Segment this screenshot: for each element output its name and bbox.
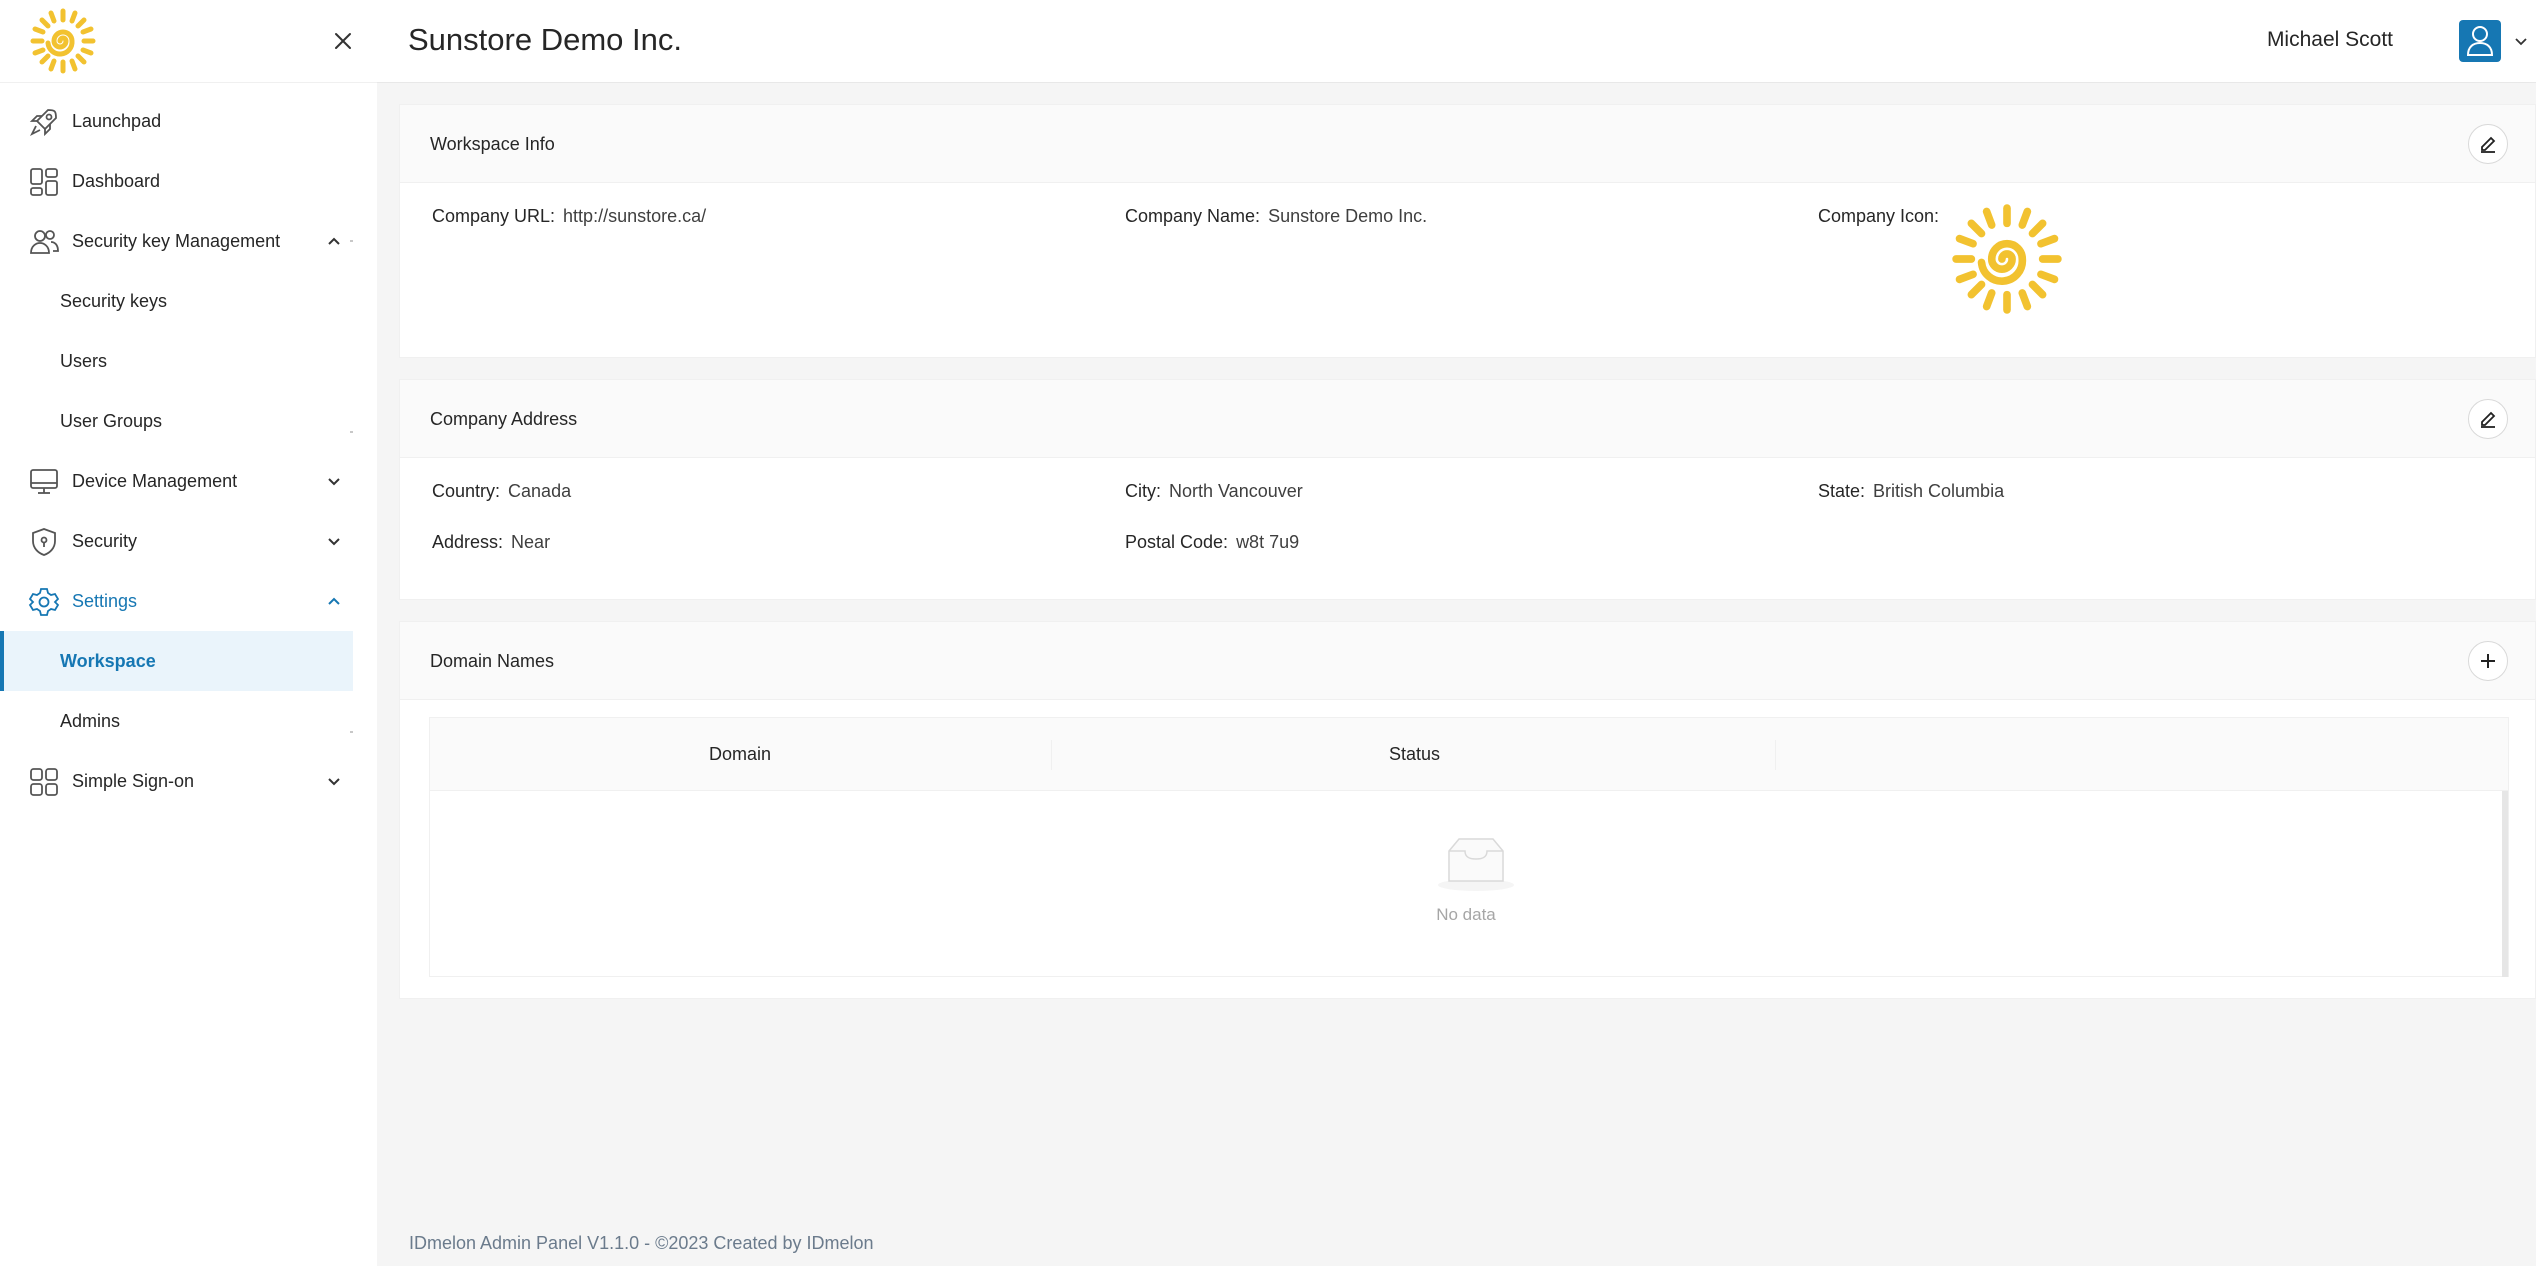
- sidebar-item-label: Security keys: [60, 290, 168, 311]
- field-label: State:: [1818, 481, 1866, 501]
- field-label: Country:: [432, 481, 501, 501]
- add-domain-button[interactable]: [2468, 641, 2508, 681]
- field-label: Company Name:: [1125, 206, 1261, 226]
- sidebar-item-label: Security key Management: [72, 230, 281, 251]
- empty-inbox-icon: [1438, 838, 1514, 891]
- page-title: Sunstore Demo Inc.: [408, 22, 682, 57]
- users-icon: [30, 230, 59, 254]
- address-field: Address: Near: [432, 532, 550, 553]
- column-divider: [1775, 740, 1776, 770]
- company-name-value: Sunstore Demo Inc.: [1268, 206, 1428, 226]
- user-icon: [2466, 26, 2494, 56]
- scroll-marker: [350, 431, 353, 433]
- plus-icon: [2481, 654, 2495, 668]
- sidebar-item-label: Settings: [72, 590, 138, 611]
- sidebar-item-label: User Groups: [60, 410, 163, 431]
- scroll-marker: [350, 731, 353, 733]
- sidebar-item-security-keys[interactable]: Security keys: [0, 271, 377, 331]
- company-sun-logo-icon: [1952, 204, 2062, 314]
- field-label: Address:: [432, 532, 504, 552]
- country-field: Country: Canada: [432, 481, 571, 502]
- company-url-field: Company URL: http://sunstore.ca/: [432, 206, 706, 227]
- sidebar-item-security[interactable]: Security: [0, 511, 377, 571]
- gear-icon: [28, 588, 60, 616]
- city-field: City: North Vancouver: [1125, 481, 1303, 502]
- close-sidebar-icon[interactable]: [330, 28, 356, 54]
- user-name[interactable]: Michael Scott: [2267, 28, 2393, 52]
- address-value: Near: [511, 532, 551, 552]
- sidebar: Launchpad Dashboard Security key Managem…: [0, 0, 377, 1266]
- apps-icon: [30, 768, 58, 796]
- topbar: Sunstore Demo Inc. Michael Scott: [377, 0, 2536, 83]
- field-label: Company URL:: [432, 206, 556, 226]
- sidebar-item-label: Simple Sign-on: [72, 770, 195, 791]
- company-name-field: Company Name: Sunstore Demo Inc.: [1125, 206, 1427, 227]
- sidebar-item-label: Workspace: [60, 650, 156, 671]
- edit-icon: [2481, 136, 2496, 153]
- company-address-card: Company Address Country: Canada City: Nort…: [399, 379, 2536, 600]
- chevron-down-icon[interactable]: [2513, 33, 2529, 49]
- column-header-status[interactable]: Status: [1389, 744, 1440, 765]
- table-header: Domain Status: [430, 718, 2508, 791]
- chevron-up-icon: [328, 237, 340, 245]
- sidebar-item-user-groups[interactable]: User Groups: [0, 391, 377, 451]
- company-icon-field: Company Icon:: [1818, 206, 1939, 227]
- column-divider: [1051, 740, 1052, 770]
- sidebar-menu: Launchpad Dashboard Security key Managem…: [0, 83, 377, 811]
- sidebar-item-label: Admins: [60, 710, 121, 731]
- sun-logo-icon: [30, 8, 96, 74]
- chevron-down-icon: [328, 538, 340, 546]
- sidebar-item-label: Dashboard: [72, 170, 161, 191]
- sidebar-item-users[interactable]: Users: [0, 331, 377, 391]
- edit-icon: [2481, 411, 2496, 428]
- sidebar-item-security-key-management[interactable]: Security key Management: [0, 211, 377, 271]
- edit-workspace-button[interactable]: [2468, 124, 2508, 164]
- state-value: British Columbia: [1873, 481, 2005, 501]
- sidebar-item-settings[interactable]: Settings: [0, 571, 377, 631]
- monitor-icon: [30, 469, 58, 494]
- workspace-info-card: Workspace Info Company URL: http://sunsto…: [399, 104, 2536, 358]
- rocket-icon: [29, 109, 57, 137]
- field-label: City:: [1125, 481, 1161, 501]
- card-title: Domain Names: [430, 651, 555, 671]
- edit-address-button[interactable]: [2468, 399, 2508, 439]
- card-title: Workspace Info: [430, 134, 555, 154]
- avatar[interactable]: [2459, 20, 2501, 62]
- field-label: Postal Code:: [1125, 532, 1229, 552]
- sidebar-header: [0, 0, 377, 83]
- state-field: State: British Columbia: [1818, 481, 2004, 502]
- sidebar-item-label: Device Management: [72, 470, 238, 491]
- country-value: Canada: [508, 481, 572, 501]
- empty-state-text: No data: [1436, 905, 1496, 924]
- chevron-up-icon: [328, 597, 340, 605]
- sidebar-item-label: Launchpad: [72, 110, 162, 131]
- scroll-marker: [350, 240, 353, 242]
- postal-code-field: Postal Code: w8t 7u9: [1125, 532, 1299, 553]
- sidebar-item-device-management[interactable]: Device Management: [0, 451, 377, 511]
- sidebar-item-workspace[interactable]: Workspace: [0, 631, 353, 691]
- card-title: Company Address: [430, 409, 578, 429]
- city-value: North Vancouver: [1169, 481, 1303, 501]
- postal-code-value: w8t 7u9: [1236, 532, 1300, 552]
- sidebar-item-launchpad[interactable]: Launchpad: [0, 91, 377, 151]
- sidebar-item-dashboard[interactable]: Dashboard: [0, 151, 377, 211]
- card-header: Workspace Info: [400, 105, 2535, 183]
- sidebar-item-label: Users: [60, 350, 108, 371]
- sidebar-item-admins[interactable]: Admins: [0, 691, 377, 751]
- sidebar-item-label: Security: [72, 530, 138, 551]
- sidebar-item-simple-sign-on[interactable]: Simple Sign-on: [0, 751, 377, 811]
- card-header: Domain Names: [400, 622, 2535, 700]
- domain-table: Domain Status No data: [429, 717, 2509, 977]
- table-scrollbar[interactable]: [2502, 791, 2508, 977]
- column-header-domain[interactable]: Domain: [709, 744, 771, 765]
- footer-text: IDmelon Admin Panel V1.1.0 - ©2023 Creat…: [409, 1233, 874, 1253]
- shield-icon: [32, 528, 56, 556]
- company-url-value: http://sunstore.ca/: [563, 206, 707, 226]
- chevron-down-icon: [328, 478, 340, 486]
- field-label: Company Icon:: [1818, 206, 1940, 226]
- card-header: Company Address: [400, 380, 2535, 458]
- chevron-down-icon: [328, 778, 340, 786]
- dashboard-icon: [30, 168, 58, 196]
